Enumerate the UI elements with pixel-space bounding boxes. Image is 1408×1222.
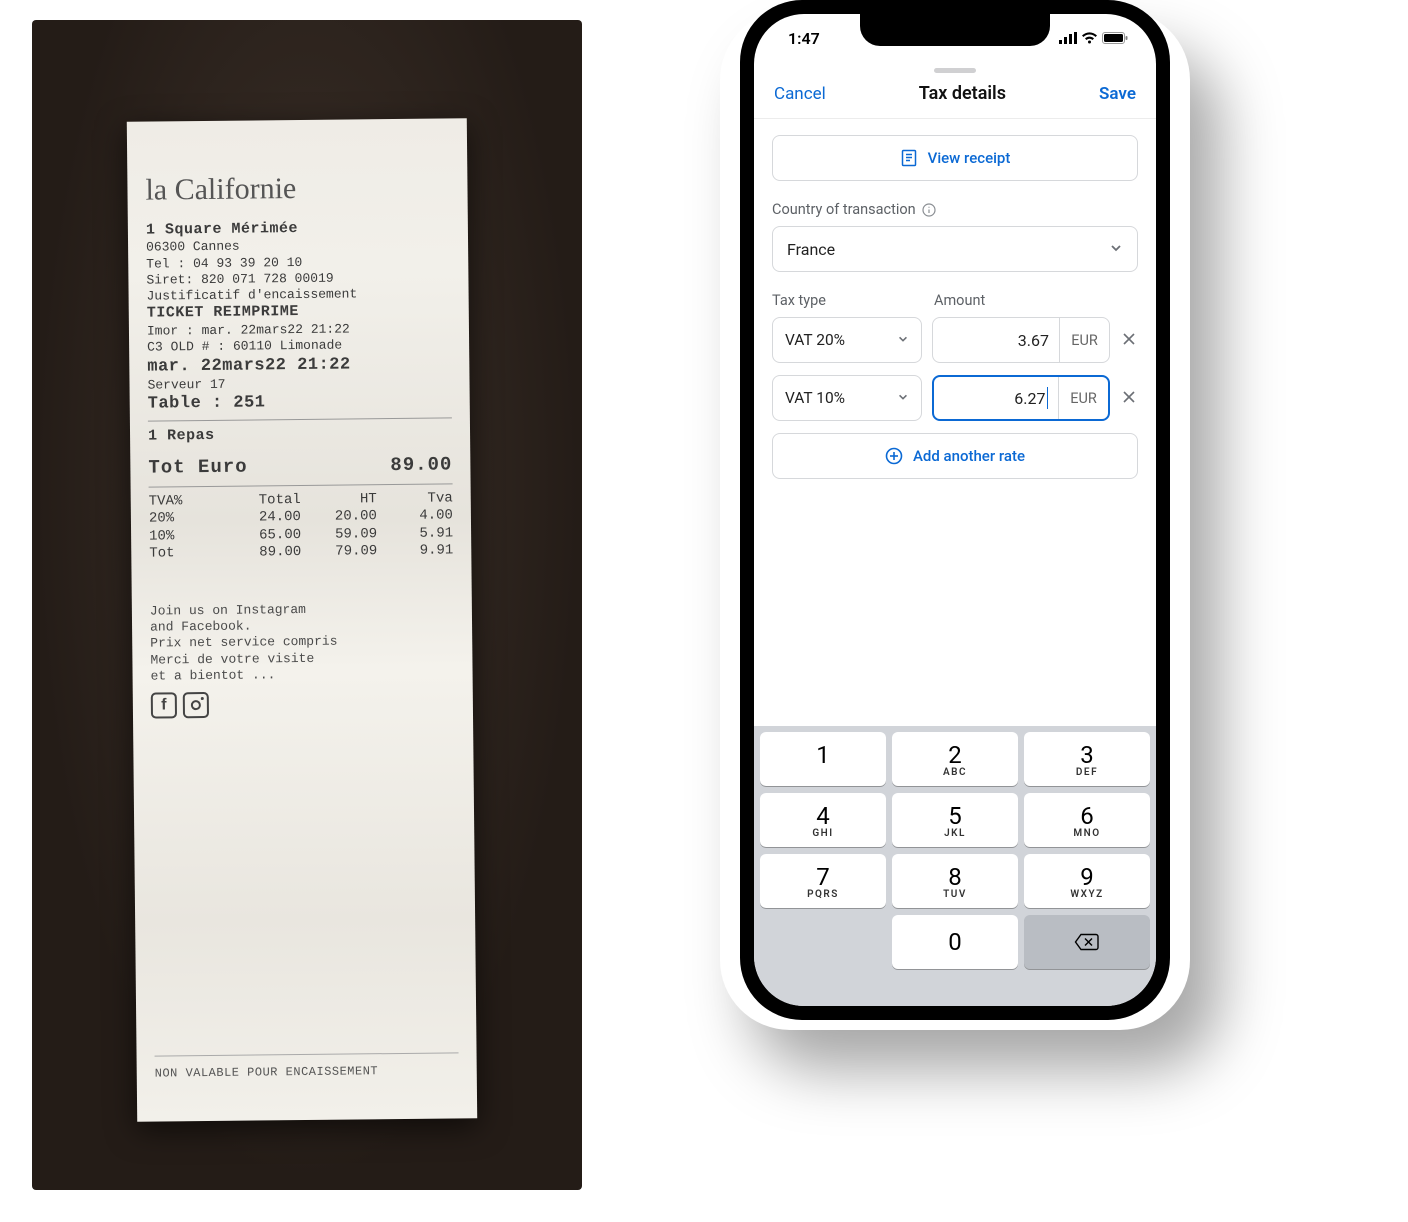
receipt-footer: Join us on Instagram and Facebook. Prix …: [150, 600, 455, 718]
amount-input[interactable]: 3.67: [933, 318, 1059, 362]
view-receipt-label: View receipt: [928, 149, 1011, 167]
receipt-paper: la Californie 1 Square Mérimée 06300 Can…: [127, 118, 477, 1122]
receipt-icon: [900, 149, 918, 167]
chevron-down-icon: [897, 331, 909, 349]
tax-type-select[interactable]: VAT 20%: [772, 317, 922, 363]
tax-row: VAT 10% 6.27 EUR: [772, 375, 1138, 421]
col-amount: Amount: [934, 292, 1138, 309]
wifi-icon: [1081, 32, 1098, 44]
tax-columns-header: Tax type Amount: [772, 292, 1138, 309]
key-9[interactable]: 9WXYZ: [1024, 854, 1150, 908]
status-indicators: [1059, 32, 1128, 44]
currency-label: EUR: [1059, 318, 1109, 362]
country-label: Country of transaction: [772, 201, 1138, 218]
key-4[interactable]: 4GHI: [760, 793, 886, 847]
modal-title: Tax details: [919, 83, 1006, 104]
country-select[interactable]: France: [772, 226, 1138, 272]
amount-input-wrap: 3.67 EUR: [932, 317, 1110, 363]
tva-table: TVA% Total HT Tva 20% 24.00 20.00 4.00 1…: [149, 490, 454, 563]
total-line: Tot Euro 89.00: [148, 453, 452, 480]
key-1[interactable]: 1: [760, 732, 886, 786]
country-value: France: [787, 240, 835, 259]
key-6[interactable]: 6MNO: [1024, 793, 1150, 847]
save-button[interactable]: Save: [1099, 84, 1136, 104]
view-receipt-button[interactable]: View receipt: [772, 135, 1138, 181]
table-line: Table : 251: [148, 390, 452, 414]
key-2[interactable]: 2ABC: [892, 732, 1018, 786]
key-3[interactable]: 3DEF: [1024, 732, 1150, 786]
currency-label: EUR: [1058, 377, 1108, 419]
tva-h-ht: HT: [301, 491, 377, 509]
item-line: 1 Repas: [148, 425, 452, 447]
merchant-logo: la Californie: [145, 168, 449, 209]
tva-h-total: Total: [225, 492, 301, 510]
tax-type-select[interactable]: VAT 10%: [772, 375, 922, 421]
phone-frame: 1:47 Cancel Tax details Save View receip…: [740, 0, 1170, 1020]
tva-h-tva: Tva: [377, 490, 453, 508]
backspace-icon: [1074, 933, 1100, 951]
status-time: 1:47: [788, 29, 820, 48]
chevron-down-icon: [897, 389, 909, 407]
info-icon[interactable]: [922, 203, 936, 217]
receipt-photo: la Californie 1 Square Mérimée 06300 Can…: [32, 20, 582, 1190]
instagram-icon: [183, 692, 209, 718]
key-5[interactable]: 5JKL: [892, 793, 1018, 847]
tva-h-pct: TVA%: [149, 493, 225, 511]
cancel-button[interactable]: Cancel: [774, 84, 826, 104]
key-0[interactable]: 0: [892, 915, 1018, 969]
key-backspace[interactable]: [1024, 915, 1150, 969]
delete-row-button[interactable]: [1120, 328, 1138, 352]
tax-row: VAT 20% 3.67 EUR: [772, 317, 1138, 363]
chevron-down-icon: [1109, 240, 1123, 259]
delete-row-button[interactable]: [1120, 386, 1138, 410]
total-value: 89.00: [390, 453, 452, 477]
add-rate-button[interactable]: Add another rate: [772, 433, 1138, 479]
non-valable-line: NON VALABLE POUR ENCAISSEMENT: [155, 1052, 459, 1081]
tva-row-total: Tot 89.00 79.09 9.91: [149, 543, 453, 564]
key-7[interactable]: 7PQRS: [760, 854, 886, 908]
total-label: Tot Euro: [148, 456, 247, 481]
add-rate-label: Add another rate: [913, 447, 1025, 465]
facebook-icon: f: [151, 692, 177, 718]
key-8[interactable]: 8TUV: [892, 854, 1018, 908]
col-tax-type: Tax type: [772, 292, 922, 309]
modal-header: Cancel Tax details Save: [754, 73, 1156, 119]
amount-input-wrap: 6.27 EUR: [932, 375, 1110, 421]
plus-circle-icon: [885, 447, 903, 465]
phone-screen: 1:47 Cancel Tax details Save View receip…: [754, 14, 1156, 1006]
phone-notch: [860, 14, 1050, 46]
battery-icon: [1102, 32, 1128, 44]
signal-icon: [1059, 32, 1077, 44]
numeric-keypad: 1 2ABC 3DEF 4GHI 5JKL 6MNO 7PQRS 8TUV 9W…: [754, 726, 1156, 1006]
amount-input[interactable]: 6.27: [934, 377, 1058, 419]
keypad-spacer: [760, 915, 886, 969]
modal-content: View receipt Country of transaction Fran…: [754, 119, 1156, 726]
